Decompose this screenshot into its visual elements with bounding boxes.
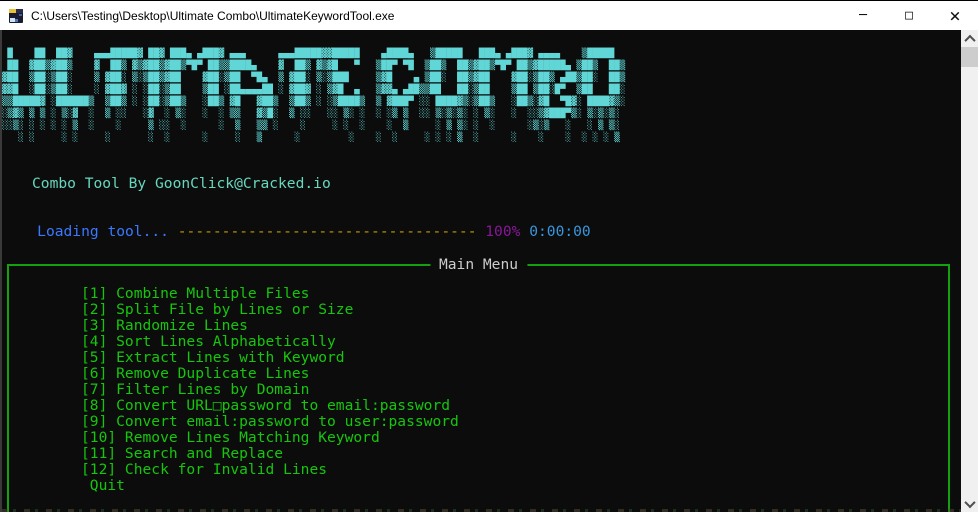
banner-line: █ ██ ██▓ ▄▄▄█████▓ ██▓ ███▄ ▄███▓ ▄▄▄ ▄▄… <box>2 49 626 59</box>
scroll-up-button[interactable] <box>961 30 978 47</box>
menu-item-12: [12] Check for Invalid Lines <box>81 461 328 478</box>
loading-line: Loading tool... ------------------------… <box>2 208 961 256</box>
menu-item-3: [3] Randomize Lines <box>81 317 248 334</box>
maximize-button[interactable]: □ <box>886 1 932 30</box>
main-menu-box: Main Menu [1] Combine Multiple Files [2]… <box>7 257 950 512</box>
menu-list: [1] Combine Multiple Files [2] Split Fil… <box>9 266 948 494</box>
menu-item-11: [11] Search and Replace <box>81 445 284 462</box>
scrollbar[interactable] <box>961 30 978 512</box>
menu-item-2: [2] Split File by Lines or Size <box>81 301 354 318</box>
window-title: C:\Users\Testing\Desktop\Ultimate Combo\… <box>31 8 395 23</box>
minimize-button[interactable]: ─ <box>840 1 886 30</box>
progress-dashes: ---------------------------------- <box>177 223 477 240</box>
menu-item-9: [9] Convert email:password to user:passw… <box>81 413 459 430</box>
banner-line: ░░▒░ ░ ░ ░ ░ ▒ ░ ░ ▒ ░░ ░ ░ ▒ ▒▒ ░ ░ ░ ░… <box>2 121 626 131</box>
banner-line: ██ ▓██▒▓██▒ ▓ ██▒ ▓▒▓██▒▓██▒▀█▀ ██▒▒████… <box>2 61 626 71</box>
banner-line: ▒▒█████▓ ░██████▒ ▒██▒ ░ ░██░▒██▒ ░██▒ ▓… <box>2 97 626 107</box>
loading-label: Loading tool... <box>37 223 178 240</box>
banner-line: ▓██ ▒██░▒██░ ▒ ▓██░ ▒░▒██▒▓██ ▓██░▒██ ▀█… <box>2 73 626 83</box>
app-icon <box>9 8 23 23</box>
ascii-banner: █ ██ ██▓ ▄▄▄█████▓ ██▓ ███▄ ▄███▓ ▄▄▄ ▄▄… <box>2 48 961 144</box>
menu-item-7: [7] Filter Lines by Domain <box>81 381 310 398</box>
menu-item-10: [10] Remove Lines Matching Keyword <box>81 429 380 446</box>
menu-item-4: [4] Sort Lines Alphabetically <box>81 333 336 350</box>
menu-item-quit: Quit <box>81 477 125 494</box>
menu-item-1: [1] Combine Multiple Files <box>81 285 310 302</box>
banner-line: ▓▓█ ░██░▒██░ ░ ▓██▓ ░ ░██░▒██ ▒██ ░██▄▄▄… <box>2 85 626 95</box>
scroll-up-icon <box>963 34 976 46</box>
menu-item-6: [6] Remove Duplicate Lines <box>81 365 310 382</box>
menu-item-8: [8] Convert URL□password to email:passwo… <box>81 397 451 414</box>
close-button[interactable]: × <box>932 1 978 30</box>
banner-line: ░ ░ ░ ░ ░ ░ ░ ░ ░ ▒ ░ ░ ░ ░ ░ ░ ░ ▒ ░ ░ … <box>2 133 631 143</box>
menu-item-5: [5] Extract Lines with Keyword <box>81 349 345 366</box>
console-output: █ ██ ██▓ ▄▄▄█████▓ ██▓ ███▄ ▄███▓ ▄▄▄ ▄▄… <box>0 30 961 512</box>
scroll-thumb[interactable] <box>961 47 978 67</box>
main-menu-title: Main Menu <box>429 257 528 273</box>
banner-line: ░▒▓▒ ▒ ▒ ░ ▒░▓ ░ ▒ ░░ ░▓ ░ ▒░ ░ ░ ▒▒ ▓▒█… <box>2 109 626 119</box>
scroll-down-icon <box>963 496 976 508</box>
tagline: Combo Tool By GoonClick@Cracked.io <box>32 175 331 192</box>
scroll-down-button[interactable] <box>961 495 978 512</box>
progress-percent: 100% <box>476 223 521 240</box>
title-bar[interactable]: C:\Users\Testing\Desktop\Ultimate Combo\… <box>0 0 978 30</box>
elapsed-time: 0:00:00 <box>520 223 591 240</box>
